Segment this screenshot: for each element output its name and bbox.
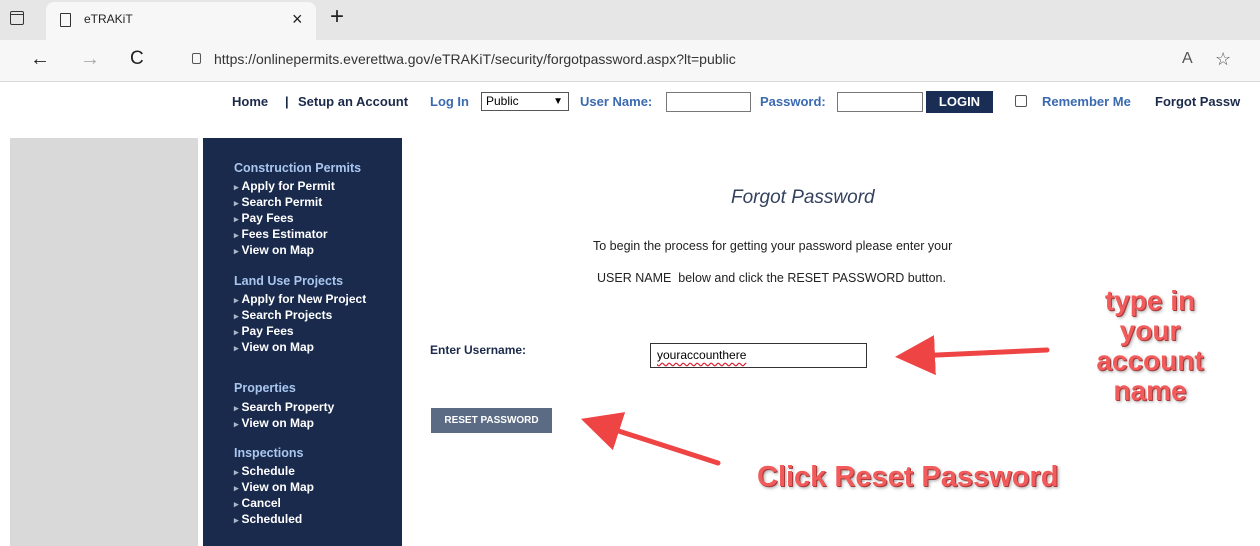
annotation-type-account: type in your account name xyxy=(1080,286,1220,406)
arrow-to-reset xyxy=(580,412,721,466)
annotation-click-reset: Click Reset Password xyxy=(757,461,1059,493)
annotation-line: name xyxy=(1113,375,1187,406)
arrow-to-username xyxy=(895,335,1050,376)
annotation-line: account xyxy=(1096,345,1204,376)
annotation-line: your xyxy=(1119,315,1181,346)
annotation-line: type in xyxy=(1104,285,1196,316)
annotation-arrows xyxy=(580,335,1050,466)
